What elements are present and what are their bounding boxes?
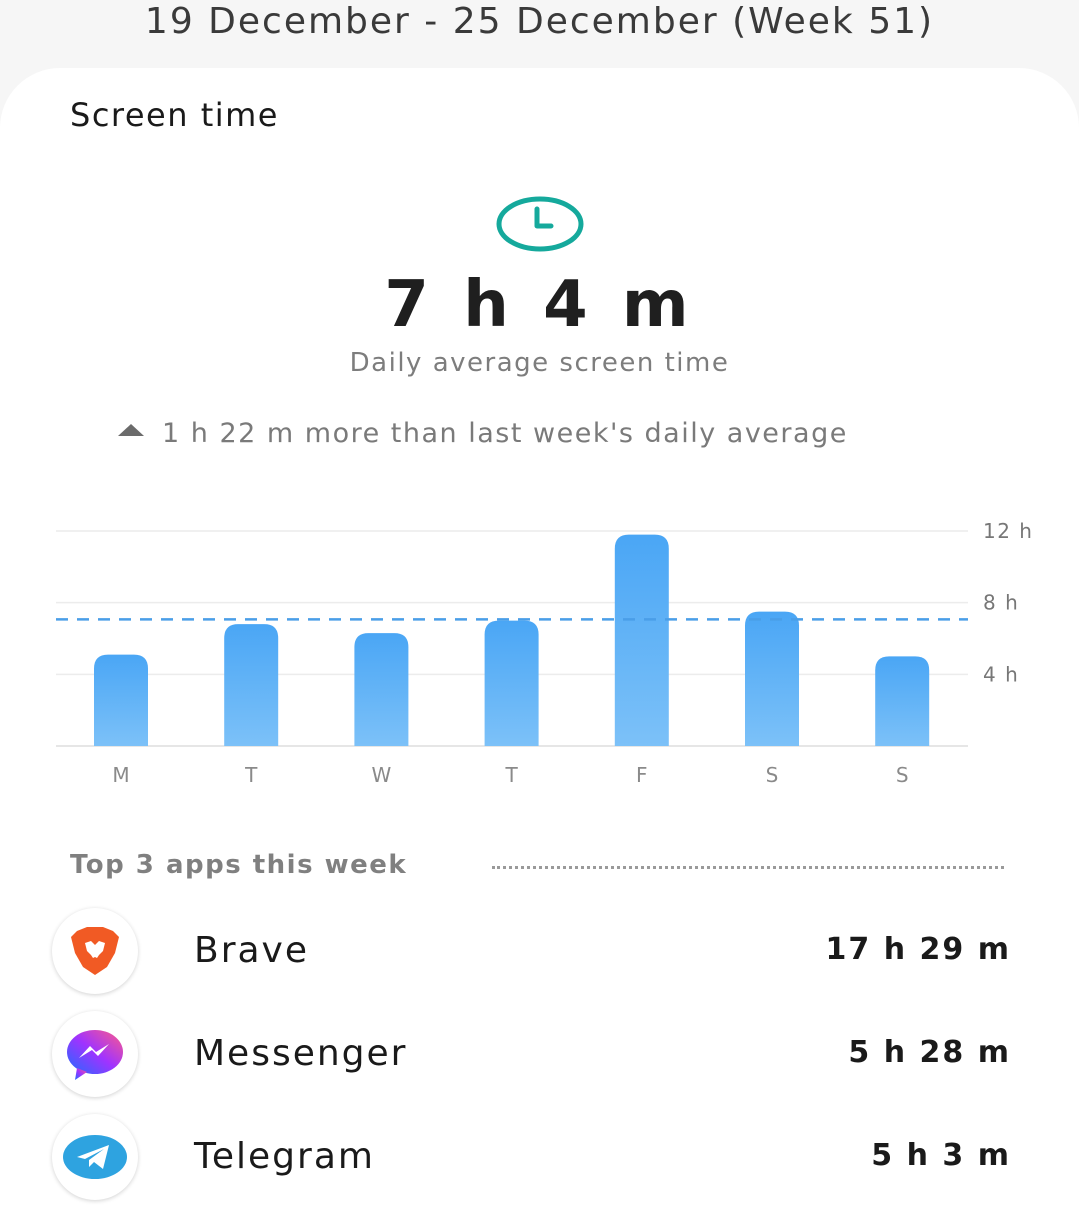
x-tick-label: S: [896, 763, 909, 787]
average-label: Daily average screen time: [349, 348, 730, 378]
brave-app-icon: [52, 908, 138, 994]
bar: [875, 656, 930, 746]
clock-icon: [496, 196, 584, 252]
y-tick-label: 8 h: [983, 591, 1019, 615]
app-time: 5 h 28 m: [848, 1035, 1011, 1070]
top-apps-label: Top 3 apps this week: [70, 850, 408, 880]
messenger-app-icon: [52, 1011, 138, 1097]
card-title: Screen time: [70, 96, 279, 134]
app-row-brave[interactable]: Brave 17 h 29 m: [0, 902, 1079, 1002]
y-tick-label: 4 h: [983, 662, 1019, 686]
app-time: 17 h 29 m: [825, 932, 1011, 967]
brave-lion-icon: [71, 927, 119, 975]
x-tick-label: S: [766, 763, 779, 787]
bar: [614, 534, 669, 746]
comparison-text: 1 h 22 m more than last week's daily ave…: [162, 418, 848, 449]
app-time: 5 h 3 m: [871, 1138, 1011, 1173]
x-tick-label: F: [636, 763, 648, 787]
bar: [224, 624, 279, 746]
x-tick-label: T: [244, 763, 258, 787]
x-tick-label: T: [504, 763, 518, 787]
telegram-app-icon: [52, 1114, 138, 1200]
section-divider: [492, 866, 1004, 869]
app-row-telegram[interactable]: Telegram 5 h 3 m: [0, 1108, 1079, 1208]
telegram-plane-icon: [63, 1135, 127, 1179]
app-row-messenger[interactable]: Messenger 5 h 28 m: [0, 1005, 1079, 1105]
comparison-row: 1 h 22 m more than last week's daily ave…: [118, 418, 848, 454]
triangle-up-icon: [118, 424, 144, 436]
app-name: Telegram: [194, 1136, 375, 1177]
x-tick-label: M: [112, 763, 129, 787]
app-name: Brave: [194, 930, 310, 971]
week-range-header[interactable]: 19 December - 25 December (Week 51): [0, 0, 1079, 64]
bar: [354, 633, 409, 746]
total-screen-time: 7 h 4 m: [384, 268, 695, 342]
y-tick-label: 12 h: [983, 519, 1033, 543]
bar: [484, 620, 539, 746]
bar: [745, 611, 799, 746]
messenger-bolt-icon: [67, 1030, 123, 1080]
bar: [94, 654, 148, 746]
x-tick-label: W: [372, 763, 392, 787]
app-name: Messenger: [194, 1033, 408, 1074]
weekly-bar-chart[interactable]: 4 h 8 h 12 h M T W T F S S: [0, 500, 1079, 800]
